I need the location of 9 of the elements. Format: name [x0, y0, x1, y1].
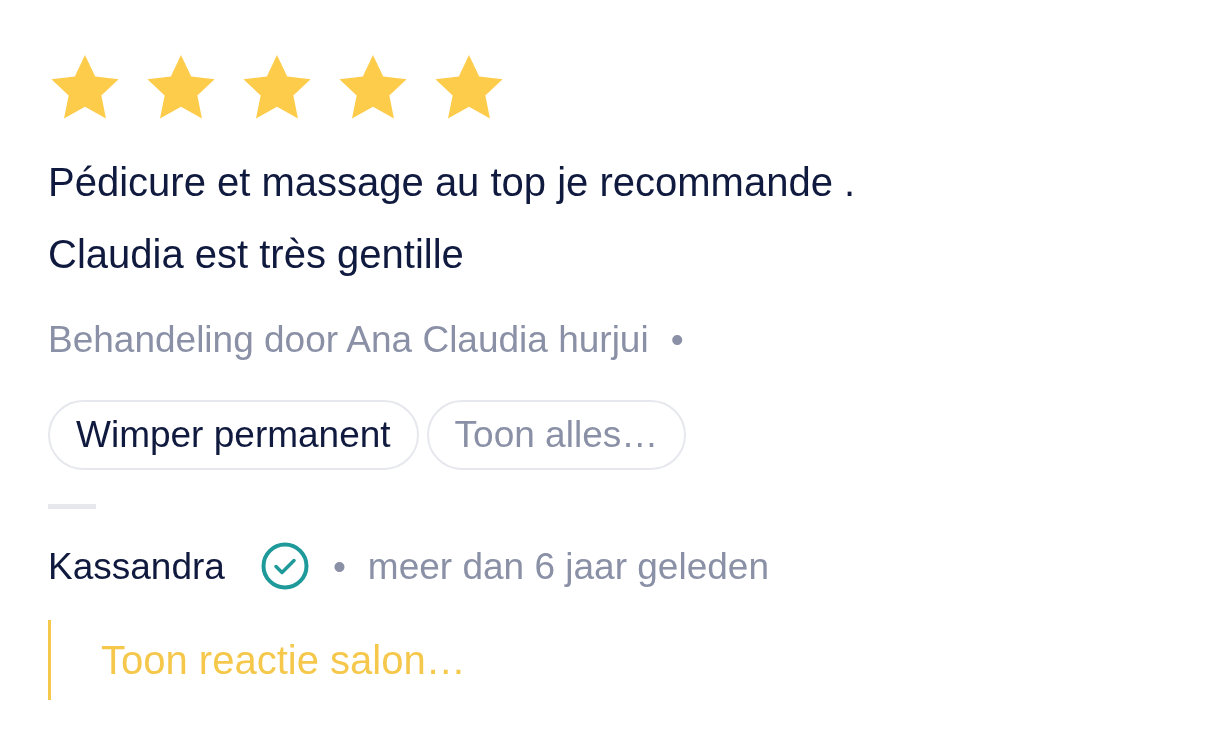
service-tag[interactable]: Wimper permanent — [48, 399, 419, 470]
show-salon-reply-link[interactable]: Toon reactie salon… — [101, 638, 466, 682]
show-all-button[interactable]: Toon alles… — [426, 399, 687, 470]
reviewer-name: Kassandra — [48, 544, 225, 589]
separator-dot: • — [332, 544, 346, 589]
treatment-by-text: Behandeling door Ana Claudia hurjui — [48, 318, 649, 362]
review-time: meer dan 6 jaar geleden — [367, 544, 769, 589]
separator-dot: • — [670, 318, 684, 362]
review-text: Pédicure et massage au top je recommande . Claudia est très gentille — [48, 159, 856, 278]
